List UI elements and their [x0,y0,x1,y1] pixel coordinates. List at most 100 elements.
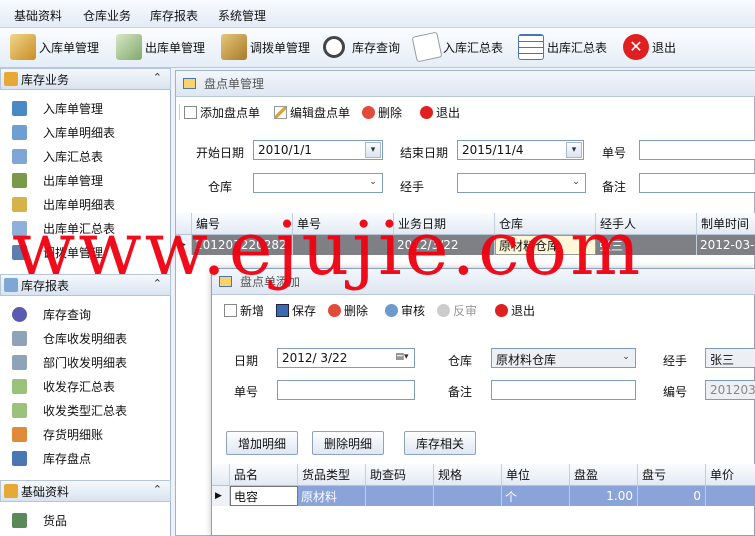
delete-button[interactable]: 删除 [328,299,368,321]
sidebar-item[interactable]: 入库汇总表 [12,145,103,167]
new-button[interactable]: 新增 [224,299,264,321]
column-header[interactable]: 业务日期 [394,213,495,234]
code-field[interactable]: 2012032 [705,380,755,400]
table-cell[interactable] [366,486,434,506]
save-button[interactable]: 保存 [276,299,316,321]
calendar-icon[interactable]: ▤▾ [391,350,413,366]
chart-icon [12,244,27,260]
table-cell[interactable]: 2012/3/22 [394,235,495,255]
collapse-icon[interactable]: ⌃ [153,483,162,496]
table-cell[interactable]: 原材料仓库 [495,235,596,255]
stock-in-label: 入库单管理 [39,40,100,55]
stock-related-button[interactable]: 库存相关 [404,431,476,455]
warehouse-select[interactable]: ⌄ [253,173,383,193]
warehouse-select[interactable]: 原材料仓库 ⌄ [491,348,636,368]
sidebar-item[interactable]: 出库单管理 [12,169,103,191]
number-field[interactable] [639,140,755,160]
main-toolbar: 入库单管理 出库单管理 调拨单管理 库存查询 入库汇总表 出库汇总表 ✕ 退出 [0,28,755,68]
number-field[interactable] [277,380,415,400]
table-cell[interactable] [293,235,394,255]
handler-select[interactable]: 张三 [705,348,755,368]
table-cell[interactable]: 原材料 [298,486,366,506]
stock-query-label: 库存查询 [352,40,401,55]
table-cell[interactable] [434,486,502,506]
column-header[interactable]: 品名 [230,464,298,485]
table-cell[interactable] [706,486,755,506]
table-row[interactable]: ▶ 201203220282 2012/3/22 原材料仓库 张三 2012-0… [176,235,755,255]
handler-select[interactable]: ⌄ [457,173,586,193]
table-cell[interactable]: 个 [502,486,570,506]
add-stocktake-button[interactable]: 添加盘点单 [184,101,260,123]
stock-out-button[interactable]: 出库单管理 [116,31,205,63]
sidebar-item[interactable]: 仓库收发明细表 [12,327,127,349]
table-cell[interactable]: 1.00 [570,486,638,506]
column-header[interactable]: 经手人 [596,213,697,234]
chevron-down-icon[interactable]: ⌄ [568,175,584,191]
chevron-down-icon[interactable]: ⌄ [365,175,381,191]
menu-system[interactable]: 系统管理 [218,7,266,24]
sidebar-item[interactable]: 货品 [12,509,67,531]
stock-query-button[interactable]: 库存查询 [323,31,400,63]
edit-stocktake-button[interactable]: 编辑盘点单 [274,101,350,123]
menu-stock-reports[interactable]: 库存报表 [150,7,198,24]
column-header[interactable]: 仓库 [495,213,596,234]
table-cell[interactable]: 张三 [596,235,697,255]
collapse-icon[interactable]: ⌃ [153,71,162,84]
sidebar-item[interactable]: 入库单明细表 [12,121,115,143]
column-header[interactable]: 制单时间 [697,213,755,234]
exit-button[interactable]: 退出 [420,101,460,123]
sidebar-item[interactable]: 收发类型汇总表 [12,399,127,421]
chevron-down-icon[interactable]: ▾ [566,142,582,158]
delete-detail-button[interactable]: 删除明细 [312,431,384,455]
out-summary-button[interactable]: 出库汇总表 [518,31,607,63]
chevron-down-icon[interactable]: ▾ [365,142,381,158]
column-header[interactable]: 盘亏 [638,464,706,485]
remark-field[interactable] [639,173,755,193]
transfer-button[interactable]: 调拨单管理 [221,31,310,63]
sidebar-item[interactable]: 部门收发明细表 [12,351,127,373]
sidebar-item[interactable]: 出库单明细表 [12,193,115,215]
date-field[interactable]: 2012/ 3/22 ▤▾ [277,348,415,368]
sidebar-item[interactable]: 入库单管理 [12,97,103,119]
in-summary-button[interactable]: 入库汇总表 [411,31,503,63]
sidebar-section-stock-business[interactable]: 库存业务 ⌃ [0,68,171,90]
sidebar-section-basic-data[interactable]: 基础资料 ⌃ [0,480,171,502]
sidebar-item[interactable]: 存货明细账 [12,423,103,445]
chevron-down-icon[interactable]: ⌄ [618,350,634,366]
exit-icon [495,303,508,317]
add-stocktake-label: 添加盘点单 [200,105,261,120]
start-date-field[interactable]: 2010/1/1 ▾ [253,140,383,160]
column-header[interactable]: 盘盈 [570,464,638,485]
stock-in-button[interactable]: 入库单管理 [10,31,99,63]
column-header[interactable]: 规格 [434,464,502,485]
table-cell[interactable]: 201203220282 [192,235,293,255]
sidebar-section-title: 库存报表 [21,278,70,293]
sidebar-item[interactable]: 调拨单管理 [12,241,103,263]
table-row[interactable]: ▶ 电容 原材料 个 1.00 0 [212,486,755,506]
approve-button[interactable]: 审核 [385,299,425,321]
column-header[interactable]: 单号 [293,213,394,234]
column-header[interactable]: 单价 [706,464,755,485]
exit-button[interactable]: ✕ 退出 [623,31,676,63]
sidebar-item[interactable]: 库存查询 [12,303,91,325]
collapse-icon[interactable]: ⌃ [153,277,162,290]
column-header[interactable]: 助查码 [366,464,434,485]
unapprove-button[interactable]: 反审 [437,299,477,321]
remark-field[interactable] [491,380,636,400]
exit-button[interactable]: 退出 [495,299,535,321]
table-cell[interactable]: 2012-03- [697,235,755,255]
column-header[interactable]: 单位 [502,464,570,485]
sidebar-section-stock-reports[interactable]: 库存报表 ⌃ [0,274,171,296]
sidebar-item[interactable]: 库存盘点 [12,447,91,469]
menu-basic-data[interactable]: 基础资料 [14,7,62,24]
column-header[interactable]: 编号 [192,213,293,234]
add-detail-button[interactable]: 增加明细 [226,431,298,455]
delete-button[interactable]: 删除 [362,101,402,123]
table-cell[interactable]: 0 [638,486,706,506]
menu-warehouse-business[interactable]: 仓库业务 [83,7,131,24]
table-cell[interactable]: 电容 [230,486,298,506]
sidebar-item[interactable]: 收发存汇总表 [12,375,115,397]
end-date-field[interactable]: 2015/11/4 ▾ [457,140,584,160]
sidebar-item[interactable]: 出库单汇总表 [12,217,115,239]
column-header[interactable]: 货品类型 [298,464,366,485]
